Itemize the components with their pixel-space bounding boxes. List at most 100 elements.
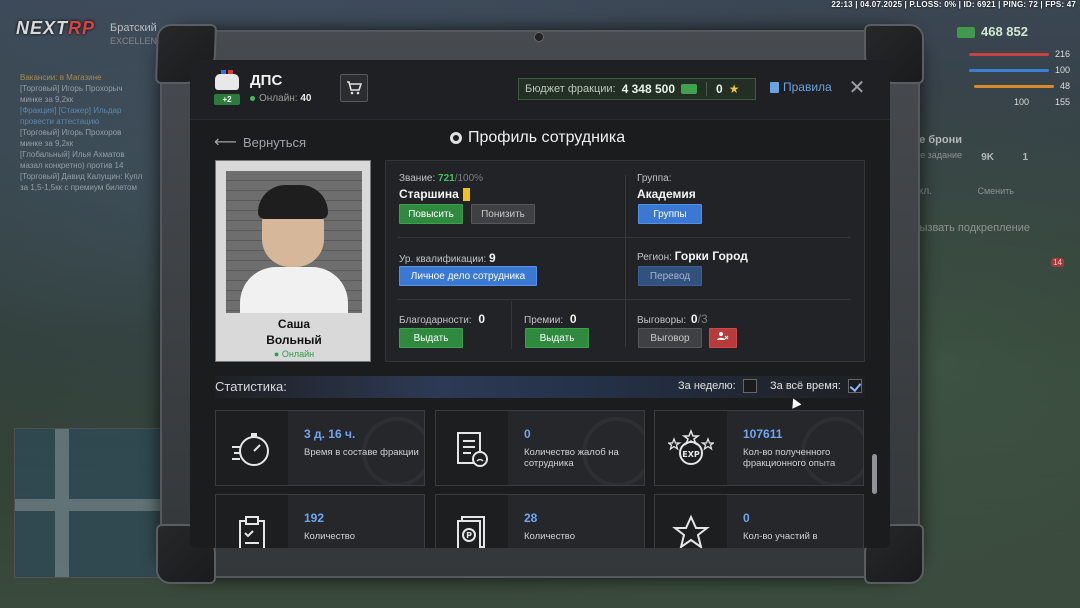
employee-first-name: Саша [277,317,311,331]
arrow-left-icon: ⟵ [214,134,237,151]
chat-line: провести аттестацию [20,117,100,126]
stat-value: 107611 [743,427,783,441]
employee-photo [226,171,362,313]
reprimand-button[interactable]: Выговор [638,328,702,348]
group-label: Группа: [637,173,672,184]
chat-line: Вакансии: в Магазине [20,73,102,82]
ghost-decoration [801,417,863,485]
photo-hair [258,185,328,219]
online-count: 40 [300,93,312,104]
shop-cart-button[interactable] [340,74,368,102]
star-icon: ★ [728,82,740,96]
personal-file-button[interactable]: Личное дело сотрудника [399,266,537,286]
divider [398,237,850,238]
demote-button[interactable]: Понизить [471,204,535,224]
cash-icon [957,27,975,39]
rules-label: Правила [783,80,832,94]
reprimand-value: 0 [690,312,698,326]
all-time-checkbox[interactable] [848,379,862,393]
hud-stat-value: 100 [1054,65,1070,75]
stat-value: 192 [304,511,325,525]
fine-icon: P [436,495,508,548]
armor-bar [968,68,1049,72]
close-button[interactable]: ✕ [846,77,868,99]
hud-podkreplenie: вызвать подкрепление [913,222,1030,234]
qualification-label: Ур. квалификации: 9 [399,251,496,265]
transfer-button[interactable]: Перевод [638,266,702,286]
statistics-title: Статистика: [215,379,287,394]
ghost-decoration [362,417,424,485]
back-button[interactable]: ⟵ Вернуться [214,132,306,152]
hud-stat-value: 48 [1059,81,1070,91]
all-time-label: За всё время: [770,380,841,392]
cash-icon [681,84,697,94]
hud-smenit: Сменить [977,186,1014,196]
stat-description: Количество [524,531,576,542]
chat-line: минке за 9,2кк [20,95,74,104]
svg-text:EXP: EXP [682,450,700,459]
faction-name: ДПС [250,72,283,89]
police-car-icon: +2 [212,70,242,108]
rank-max: /100% [454,173,484,184]
hud-stat-value: 155 [1054,97,1070,107]
employee-info-panel: Звание: 721/100% Старшина Повысить Пониз… [385,160,865,362]
close-icon: ✕ [848,77,866,99]
qualification-value: 9 [489,251,496,265]
divider [398,299,850,300]
rules-link[interactable]: Правила [770,80,832,94]
tablet-frame: +2 ДПС Онлайн: 40 Бюджет фракции: 4 348 … [154,24,924,584]
chat-line: [Глобальный] Илья Ахматов [20,150,125,159]
promote-button[interactable]: Повысить [399,204,463,224]
hud-stat-extra: 100 [1013,97,1029,107]
hud-count-9k: 9K [981,152,994,163]
faction-budget: Бюджет фракции: 4 348 500 0 ★ [518,78,756,100]
mouse-cursor-icon [788,396,802,409]
bonus-label-text: Премии: [524,315,564,326]
minimap [14,428,164,578]
stat-tile: 0 Кол-во участий в [654,494,864,548]
give-bonus-button[interactable]: Выдать [525,328,589,348]
budget-label: Бюджет фракции: [525,83,616,95]
hud-stats: 216 100 48 100 155 [950,46,1070,110]
chat-log: Вакансии: в Магазине [Торговый] Игорь Пр… [20,72,170,193]
hunger-bar [973,84,1054,88]
logo-text-a: NEXT [16,18,69,38]
online-label: Онлайн: [259,93,298,104]
server-logo: NEXTRP [16,18,94,52]
notification-badge: 14 [1051,258,1064,267]
remove-reprimand-button[interactable] [709,328,737,348]
stat-tile: 192 Количество [215,494,425,548]
week-checkbox[interactable] [743,379,757,393]
bonus-label: Премии: 0 [524,312,577,326]
thanks-label-text: Благодарности: [399,315,472,326]
document-icon [770,81,779,93]
reprimand-label-text: Выговоры: [637,315,687,326]
cart-icon [347,81,362,95]
stat-tile: EXP 107611 Кол-во полученного фракционно… [654,410,864,486]
stars-count: 0 [716,82,723,96]
thanks-label: Благодарности: 0 [399,312,485,326]
rank-label: Звание: 721/100% [399,173,483,184]
money-value: 468 852 [981,24,1028,39]
groups-button[interactable]: Группы [638,204,702,224]
chat-line: [Торговый] Игорь Прохоров [20,128,122,137]
rank-badge: +2 [214,94,240,105]
give-thanks-button[interactable]: Выдать [399,328,463,348]
reprimand-max: /3 [697,312,708,326]
back-label: Вернуться [242,134,307,150]
faction-header: +2 ДПС Онлайн: 40 Бюджет фракции: 4 348 … [190,60,890,120]
week-label: За неделю: [678,380,736,392]
logo-text-b: RP [68,18,96,38]
chat-line: минке за 9,2кк [20,139,74,148]
employee-status-text: Онлайн [281,349,315,359]
rank-points: 721 [438,173,455,184]
qualification-label-text: Ур. квалификации: [399,254,487,265]
stats-scrollbar[interactable] [872,454,877,494]
rank-value: Старшина [399,187,470,202]
region-label-text: Регион: [637,252,672,263]
thanks-value: 0 [478,312,486,326]
car-shape [215,70,239,90]
chat-line: [Торговый] Давид Калущин: Купл [20,172,143,181]
rank-value-text: Старшина [399,187,459,201]
statistics-header: Статистика: За неделю: За всё время: [215,376,865,398]
